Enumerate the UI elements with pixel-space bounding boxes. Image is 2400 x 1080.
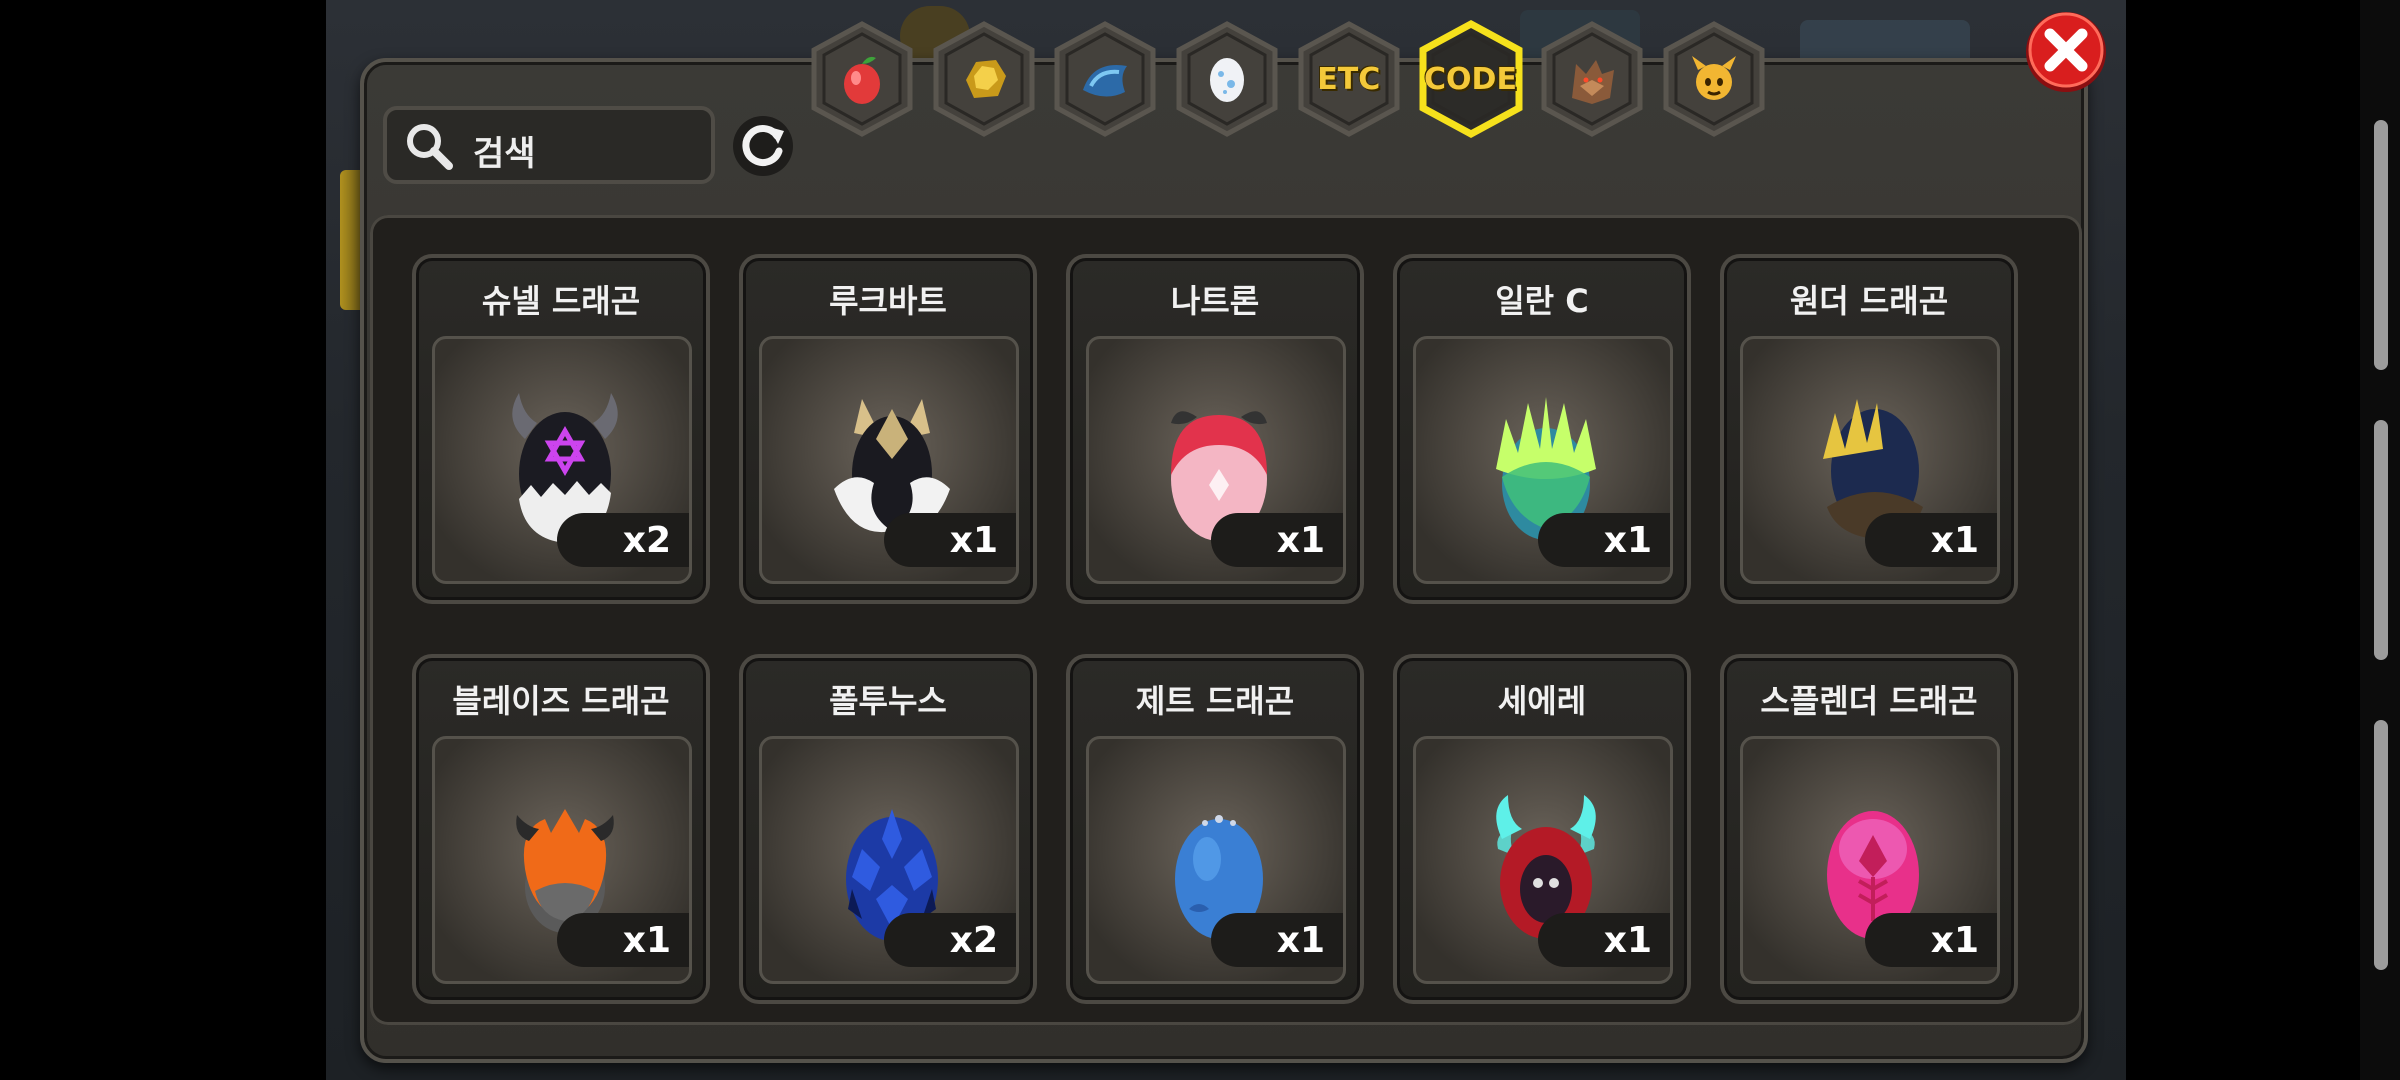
item-card[interactable]: 제트 드래곤 x1 (1066, 654, 1364, 1004)
scrollbar-thumb[interactable] (2374, 120, 2388, 370)
item-card[interactable]: 폴투누스 x2 (739, 654, 1037, 1004)
search-placeholder: 검색 (473, 134, 536, 174)
item-card[interactable]: 세에레 x1 (1393, 654, 1691, 1004)
item-image-frame: x2 (759, 736, 1019, 984)
item-count-badge: x1 (1865, 913, 1997, 967)
code-tab[interactable]: CODE (1415, 18, 1527, 140)
search-input[interactable]: 검색 (383, 106, 715, 184)
item-card[interactable]: 슈넬 드래곤 x2 (412, 254, 710, 604)
item-image-frame: x2 (432, 336, 692, 584)
item-image-frame: x1 (1413, 336, 1673, 584)
red-fruit-icon (844, 56, 880, 104)
item-card[interactable]: 루크바트 x1 (739, 254, 1037, 604)
item-count-badge: x1 (1538, 913, 1670, 967)
item-name: 스플렌더 드래곤 (1760, 682, 1978, 720)
item-name: 제트 드래곤 (1135, 682, 1295, 720)
item-image-frame: x1 (1740, 336, 2000, 584)
horned-mascot-icon (1691, 56, 1736, 100)
item-name: 루크바트 (829, 282, 947, 320)
item-name: 슈넬 드래곤 (481, 282, 641, 320)
tab-label: CODE (1424, 61, 1517, 97)
item-count-badge: x2 (557, 513, 689, 567)
item-count-badge: x1 (557, 913, 689, 967)
item-count-badge: x2 (884, 913, 1016, 967)
item-image-frame: x1 (432, 736, 692, 984)
dragon-scale-tab[interactable] (1049, 18, 1161, 140)
item-image-frame: x1 (1086, 336, 1346, 584)
item-count-badge: x1 (1865, 513, 1997, 567)
blue-scale-icon (1083, 65, 1128, 97)
item-name: 나트론 (1170, 282, 1260, 320)
item-name: 폴투누스 (829, 682, 947, 720)
item-name: 블레이즈 드래곤 (452, 682, 670, 720)
fruit-tab[interactable] (806, 18, 918, 140)
item-name: 일란 C (1495, 282, 1589, 320)
scrollbar-thumb[interactable] (2374, 420, 2388, 660)
item-count-badge: x1 (1538, 513, 1670, 567)
item-image-frame: x1 (1413, 736, 1673, 984)
mascot-tab[interactable] (1658, 18, 1770, 140)
beast-tab[interactable] (1536, 18, 1648, 140)
item-card[interactable]: 나트론 x1 (1066, 254, 1364, 604)
item-image-frame: x1 (759, 336, 1019, 584)
egg-icon (1210, 58, 1245, 102)
item-card[interactable]: 일란 C x1 (1393, 254, 1691, 604)
item-count-badge: x1 (884, 513, 1016, 567)
item-name: 세에레 (1497, 682, 1587, 720)
gold-tab[interactable] (928, 18, 1040, 140)
item-image-frame: x1 (1086, 736, 1346, 984)
refresh-icon[interactable] (730, 113, 796, 179)
item-count-badge: x1 (1211, 513, 1343, 567)
item-name: 원더 드래곤 (1789, 282, 1949, 320)
wolf-head-icon (1572, 60, 1615, 104)
item-count-badge: x1 (1211, 913, 1343, 967)
search-icon (407, 124, 453, 170)
etc-tab[interactable]: ETC (1293, 18, 1405, 140)
item-card[interactable]: 원더 드래곤 x1 (1720, 254, 2018, 604)
item-image-frame: x1 (1740, 736, 2000, 984)
scrollbar-thumb[interactable] (2374, 720, 2388, 970)
gold-nugget-icon (965, 60, 1006, 98)
egg-tab[interactable] (1171, 18, 1283, 140)
close-button[interactable] (2022, 8, 2110, 96)
item-card[interactable]: 스플렌더 드래곤 x1 (1720, 654, 2018, 1004)
item-card[interactable]: 블레이즈 드래곤 x1 (412, 654, 710, 1004)
tab-label: ETC (1317, 61, 1381, 97)
